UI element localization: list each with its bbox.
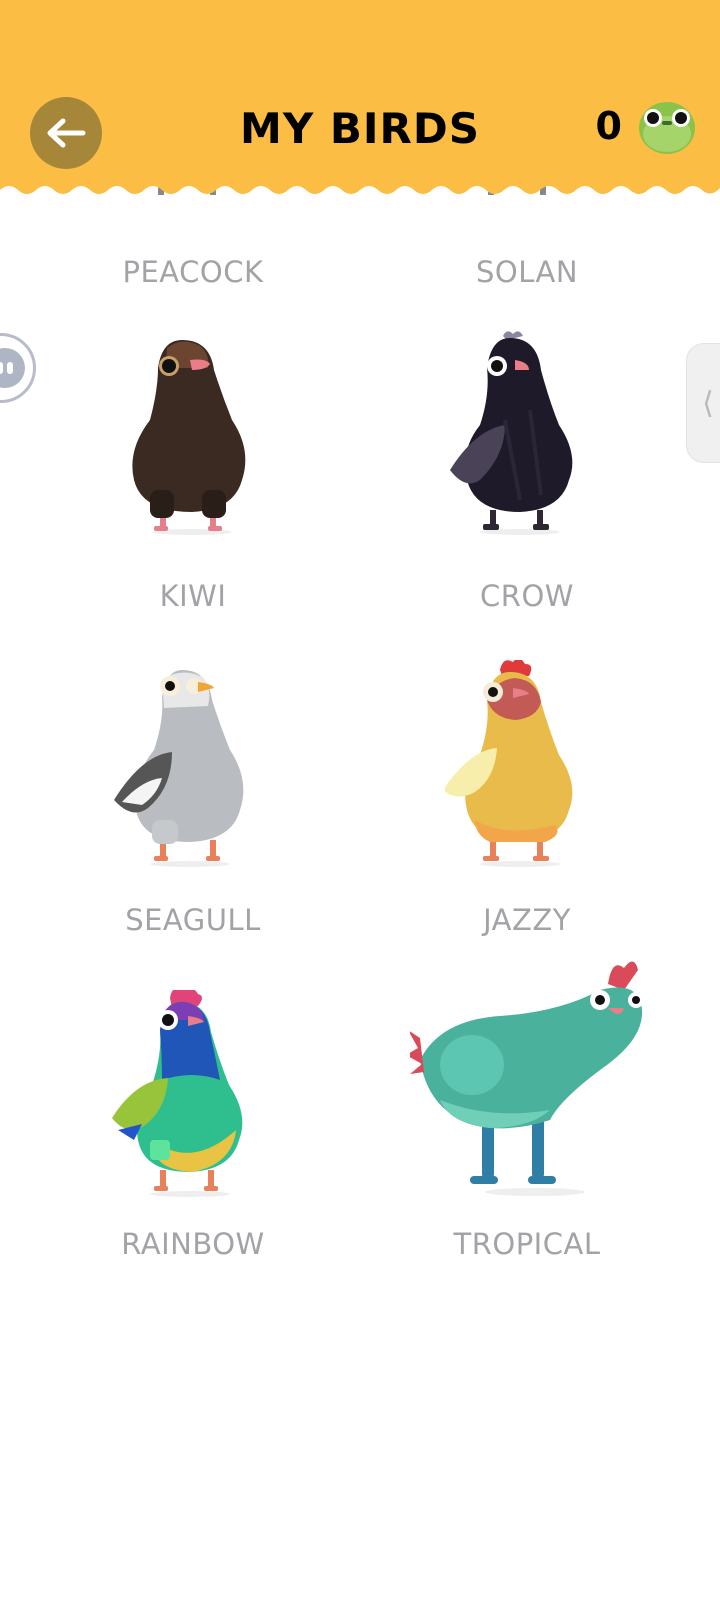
green-bird-coin-icon[interactable]: [636, 94, 698, 156]
bird-name-label: SEAGULL: [125, 903, 261, 937]
bird-card-tropical[interactable]: [410, 960, 670, 1200]
pause-icon: [0, 348, 25, 388]
bird-name-label: TROPICAL: [453, 1227, 601, 1261]
floating-assistive-button[interactable]: [0, 333, 36, 403]
bird-card-jazzy[interactable]: [445, 660, 595, 870]
bird-card-seagull[interactable]: [112, 670, 262, 870]
header-wave-background: [0, 0, 720, 194]
bird-name-label: KIWI: [159, 579, 227, 613]
bird-card-rainbow[interactable]: [112, 990, 262, 1200]
coin-count: 0: [595, 104, 622, 148]
bird-card-kiwi[interactable]: [122, 340, 262, 540]
bird-name-label: CROW: [480, 579, 574, 613]
edge-panel-handle[interactable]: ⟨: [686, 343, 720, 463]
bird-name-label: SOLAN: [475, 255, 579, 289]
app-header: MY BIRDS 0: [0, 0, 720, 205]
bird-name-label: JAZZY: [483, 903, 571, 937]
bird-name-label: RAINBOW: [121, 1227, 265, 1261]
bird-name-label: PEACOCK: [122, 255, 264, 289]
chevron-left-icon: ⟨: [702, 385, 714, 421]
bird-card-crow[interactable]: [445, 330, 595, 540]
